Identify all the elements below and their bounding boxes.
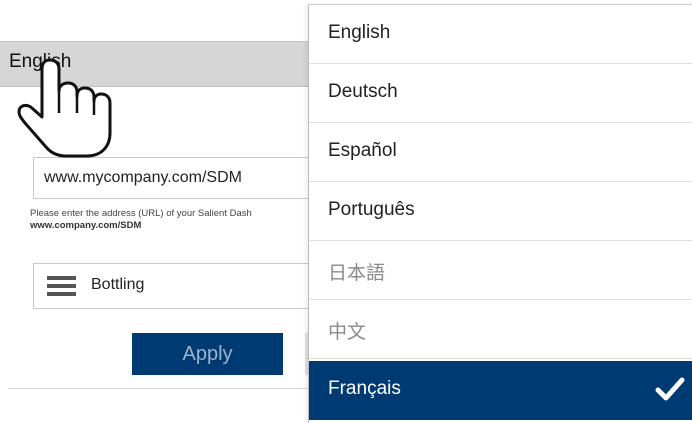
language-option-portugues[interactable]: Português [309, 182, 692, 241]
help-example-url: www.company.com/SDM [30, 220, 142, 231]
language-option-label: Português [328, 199, 415, 220]
help-text-line: Please enter the address (URL) of your S… [30, 208, 252, 219]
language-option-label: Français [328, 378, 401, 399]
database-select[interactable]: Bottling [33, 263, 333, 309]
language-option-label: Deutsch [328, 81, 398, 102]
language-option-label: English [328, 22, 391, 43]
language-option-label: Español [328, 140, 397, 161]
language-dropdown[interactable]: English Deutsch Español Português 日本語 中文… [308, 4, 692, 423]
language-option-label: 日本語 [328, 262, 386, 284]
url-help-text: Please enter the address (URL) of your S… [30, 208, 330, 232]
language-option-label: 中文 [328, 321, 367, 343]
language-option-espanol[interactable]: Español [309, 123, 692, 182]
language-option-chinese[interactable]: 中文 [309, 300, 692, 359]
divider [8, 388, 310, 389]
checkmark-icon [655, 377, 685, 401]
apply-button[interactable]: Apply [132, 333, 283, 375]
language-option-francais[interactable]: Français [309, 361, 692, 420]
language-option-deutsch[interactable]: Deutsch [309, 64, 692, 123]
language-option-english[interactable]: English [309, 5, 692, 64]
database-select-label: Bottling [91, 276, 145, 293]
language-option-japanese[interactable]: 日本語 [309, 241, 692, 300]
hand-pointer-icon [17, 58, 112, 158]
list-icon [47, 276, 76, 296]
